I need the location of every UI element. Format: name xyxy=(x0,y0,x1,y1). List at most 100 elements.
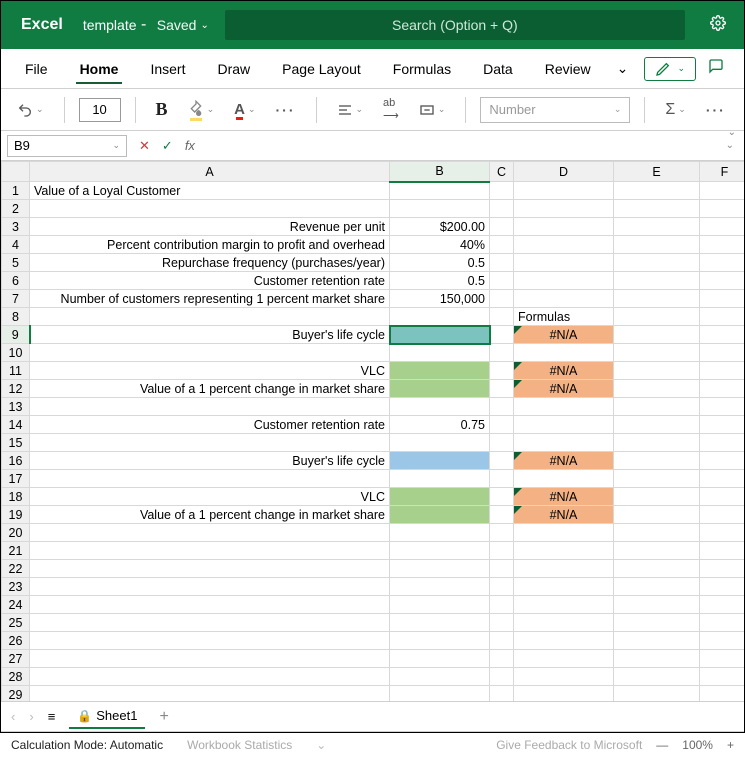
tab-review[interactable]: Review xyxy=(529,49,607,88)
cell-E26[interactable] xyxy=(614,632,700,650)
more-font-button[interactable]: ··· xyxy=(270,98,302,122)
zoom-out-button[interactable]: — xyxy=(656,738,668,752)
cell-D3[interactable] xyxy=(514,218,614,236)
cell-C24[interactable] xyxy=(490,596,514,614)
cell-C1[interactable] xyxy=(490,182,514,200)
cell-A27[interactable] xyxy=(30,650,390,668)
cell-E24[interactable] xyxy=(614,596,700,614)
cell-D1[interactable] xyxy=(514,182,614,200)
enter-button[interactable]: ✓ xyxy=(156,138,179,154)
cell-F23[interactable] xyxy=(700,578,745,596)
sheet-next-icon[interactable]: › xyxy=(29,709,33,724)
cell-F16[interactable] xyxy=(700,452,745,470)
cell-E18[interactable] xyxy=(614,488,700,506)
cell-F10[interactable] xyxy=(700,344,745,362)
font-size-input[interactable] xyxy=(79,98,121,122)
cell-B12[interactable] xyxy=(390,380,490,398)
workbook-stats-button[interactable]: Workbook Statistics xyxy=(187,738,292,752)
cell-D24[interactable] xyxy=(514,596,614,614)
cell-C28[interactable] xyxy=(490,668,514,686)
merge-button[interactable]: ⌄ xyxy=(413,98,452,122)
cell-D16[interactable]: #N/A xyxy=(514,452,614,470)
row-header[interactable]: 27 xyxy=(2,650,30,668)
fill-color-button[interactable]: ⌄ xyxy=(182,96,221,123)
cell-A7[interactable]: Number of customers representing 1 perce… xyxy=(30,290,390,308)
cell-A16[interactable]: Buyer's life cycle xyxy=(30,452,390,470)
formula-input[interactable] xyxy=(201,135,716,157)
all-sheets-icon[interactable]: ≡ xyxy=(48,709,56,724)
bold-button[interactable]: B xyxy=(150,95,174,124)
col-header-B[interactable]: B xyxy=(390,162,490,182)
cell-B13[interactable] xyxy=(390,398,490,416)
cell-C21[interactable] xyxy=(490,542,514,560)
cell-D29[interactable] xyxy=(514,686,614,702)
cell-B24[interactable] xyxy=(390,596,490,614)
cell-C19[interactable] xyxy=(490,506,514,524)
cell-E29[interactable] xyxy=(614,686,700,702)
cell-D8[interactable]: Formulas xyxy=(514,308,614,326)
row-header[interactable]: 21 xyxy=(2,542,30,560)
cell-A1[interactable]: Value of a Loyal Customer xyxy=(30,182,390,200)
cell-F25[interactable] xyxy=(700,614,745,632)
align-button[interactable]: ⌄ xyxy=(331,98,370,122)
cell-B20[interactable] xyxy=(390,524,490,542)
cell-B1[interactable] xyxy=(390,182,490,200)
cell-B18[interactable] xyxy=(390,488,490,506)
tab-file[interactable]: File xyxy=(9,49,64,88)
fx-icon[interactable]: fx xyxy=(179,138,201,153)
zoom-in-button[interactable]: + xyxy=(727,738,734,752)
cell-F15[interactable] xyxy=(700,434,745,452)
cell-D5[interactable] xyxy=(514,254,614,272)
cell-A9[interactable]: Buyer's life cycle xyxy=(30,326,390,344)
calc-mode-label[interactable]: Calculation Mode: Automatic xyxy=(11,738,163,752)
cell-D28[interactable] xyxy=(514,668,614,686)
cell-D19[interactable]: #N/A xyxy=(514,506,614,524)
select-all-cell[interactable] xyxy=(2,162,30,182)
row-header[interactable]: 28 xyxy=(2,668,30,686)
cell-D20[interactable] xyxy=(514,524,614,542)
cell-F9[interactable] xyxy=(700,326,745,344)
more-commands-button[interactable]: ··· xyxy=(700,98,732,122)
cell-C12[interactable] xyxy=(490,380,514,398)
cell-D4[interactable] xyxy=(514,236,614,254)
cell-B7[interactable]: 150,000 xyxy=(390,290,490,308)
cell-F14[interactable] xyxy=(700,416,745,434)
tab-data[interactable]: Data xyxy=(467,49,529,88)
cell-C18[interactable] xyxy=(490,488,514,506)
cell-D7[interactable] xyxy=(514,290,614,308)
cell-E7[interactable] xyxy=(614,290,700,308)
cell-D12[interactable]: #N/A xyxy=(514,380,614,398)
cell-F26[interactable] xyxy=(700,632,745,650)
cell-C11[interactable] xyxy=(490,362,514,380)
cell-A29[interactable] xyxy=(30,686,390,702)
cell-E1[interactable] xyxy=(614,182,700,200)
cell-E27[interactable] xyxy=(614,650,700,668)
doc-name[interactable]: template xyxy=(83,17,137,33)
row-header[interactable]: 2 xyxy=(2,200,30,218)
cell-B3[interactable]: $200.00 xyxy=(390,218,490,236)
cell-F11[interactable] xyxy=(700,362,745,380)
cell-F18[interactable] xyxy=(700,488,745,506)
comments-button[interactable] xyxy=(708,58,724,79)
name-box[interactable]: B9 ⌄ xyxy=(7,135,127,157)
row-header[interactable]: 10 xyxy=(2,344,30,362)
col-header-F[interactable]: F xyxy=(700,162,745,182)
row-header[interactable]: 18 xyxy=(2,488,30,506)
autosum-button[interactable]: Σ ⌄ xyxy=(659,97,691,123)
row-header[interactable]: 1 xyxy=(2,182,30,200)
tabs-overflow-icon[interactable]: ⌄ xyxy=(607,60,639,77)
cell-B4[interactable]: 40% xyxy=(390,236,490,254)
formula-expand-icon[interactable]: ⌄ xyxy=(716,140,744,151)
cell-A12[interactable]: Value of a 1 percent change in market sh… xyxy=(30,380,390,398)
cell-A15[interactable] xyxy=(30,434,390,452)
cell-E14[interactable] xyxy=(614,416,700,434)
cell-C20[interactable] xyxy=(490,524,514,542)
cell-D23[interactable] xyxy=(514,578,614,596)
cell-A22[interactable] xyxy=(30,560,390,578)
cell-B25[interactable] xyxy=(390,614,490,632)
cell-E23[interactable] xyxy=(614,578,700,596)
cell-B19[interactable] xyxy=(390,506,490,524)
number-format-select[interactable]: Number ⌄ xyxy=(480,97,630,123)
cell-C17[interactable] xyxy=(490,470,514,488)
row-header[interactable]: 22 xyxy=(2,560,30,578)
